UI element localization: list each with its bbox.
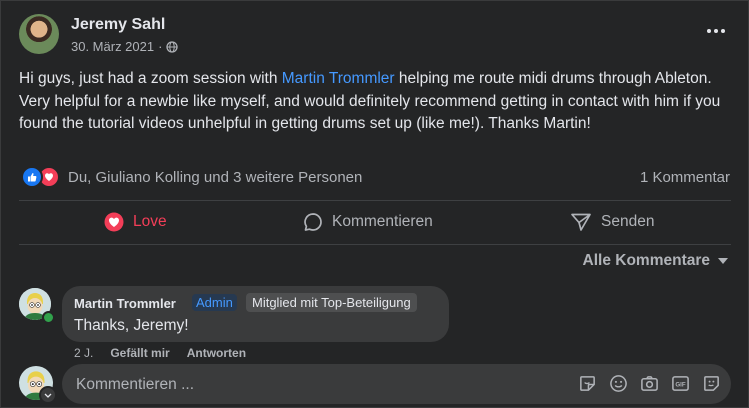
comment-composer[interactable]: GIF bbox=[62, 364, 731, 406]
love-icon bbox=[104, 212, 124, 232]
comment-button[interactable]: Kommentieren bbox=[303, 202, 433, 242]
camera-icon[interactable] bbox=[640, 374, 659, 393]
admin-badge[interactable]: Admin bbox=[192, 294, 237, 311]
globe-icon[interactable] bbox=[166, 40, 179, 53]
comment-actions: 2 J. Gefällt mir Antworten bbox=[74, 346, 246, 360]
send-label: Senden bbox=[601, 213, 655, 230]
post-date[interactable]: 30. März 2021 bbox=[71, 39, 154, 54]
author-avatar[interactable] bbox=[19, 14, 59, 54]
commenter-name[interactable]: Martin Trommler bbox=[74, 296, 176, 311]
comments-filter-dropdown[interactable]: Alle Kommentare bbox=[583, 252, 728, 270]
online-status-dot bbox=[42, 311, 55, 324]
post-card: Jeremy Sahl 30. März 2021 · Hi guys, jus… bbox=[0, 0, 749, 408]
comment-reply-button[interactable]: Antworten bbox=[187, 346, 246, 360]
composer-tools: GIF bbox=[578, 374, 721, 393]
meta-separator: · bbox=[158, 39, 163, 54]
comment-like-button[interactable]: Gefällt mir bbox=[110, 346, 169, 360]
mention-link[interactable]: Martin Trommler bbox=[282, 70, 395, 87]
comment-text: Thanks, Jeremy! bbox=[74, 317, 189, 334]
comments-filter-label: Alle Kommentare bbox=[582, 252, 710, 269]
emoji-icon[interactable] bbox=[609, 374, 628, 393]
post-meta: 30. März 2021 · bbox=[71, 39, 179, 54]
post-text: Hi guys, just had a zoom session with Ma… bbox=[19, 68, 731, 136]
post-text-part: Hi guys, just had a zoom session with bbox=[19, 70, 282, 87]
sticker-icon[interactable] bbox=[578, 374, 597, 393]
comment-age[interactable]: 2 J. bbox=[74, 346, 93, 360]
comment-label: Kommentieren bbox=[332, 213, 433, 230]
love-button[interactable]: Love bbox=[104, 202, 167, 242]
comment-input[interactable] bbox=[74, 364, 558, 406]
divider bbox=[19, 244, 731, 245]
identity-chevron-icon[interactable] bbox=[39, 386, 57, 404]
divider bbox=[19, 200, 731, 201]
comment-bubble: Martin Trommler Admin Mitglied mit Top-B… bbox=[62, 286, 449, 342]
caret-down-icon bbox=[718, 258, 728, 264]
send-button[interactable]: Senden bbox=[570, 202, 654, 242]
post-author-name[interactable]: Jeremy Sahl bbox=[71, 16, 165, 34]
avatar-sticker-icon[interactable] bbox=[702, 374, 721, 393]
gif-icon[interactable]: GIF bbox=[671, 374, 690, 393]
svg-text:GIF: GIF bbox=[675, 382, 685, 389]
comment-count[interactable]: 1 Kommentar bbox=[640, 169, 730, 186]
more-options-icon[interactable] bbox=[704, 23, 728, 39]
love-label: Love bbox=[133, 213, 167, 230]
reactions-summary[interactable]: Du, Giuliano Kolling und 3 weitere Perso… bbox=[21, 166, 362, 188]
comment-icon bbox=[304, 213, 322, 231]
send-icon bbox=[571, 213, 591, 231]
top-contributor-badge[interactable]: Mitglied mit Top-Beteiligung bbox=[246, 293, 417, 312]
reactions-text: Du, Giuliano Kolling und 3 weitere Perso… bbox=[68, 168, 363, 186]
like-reaction-icon bbox=[21, 166, 43, 188]
